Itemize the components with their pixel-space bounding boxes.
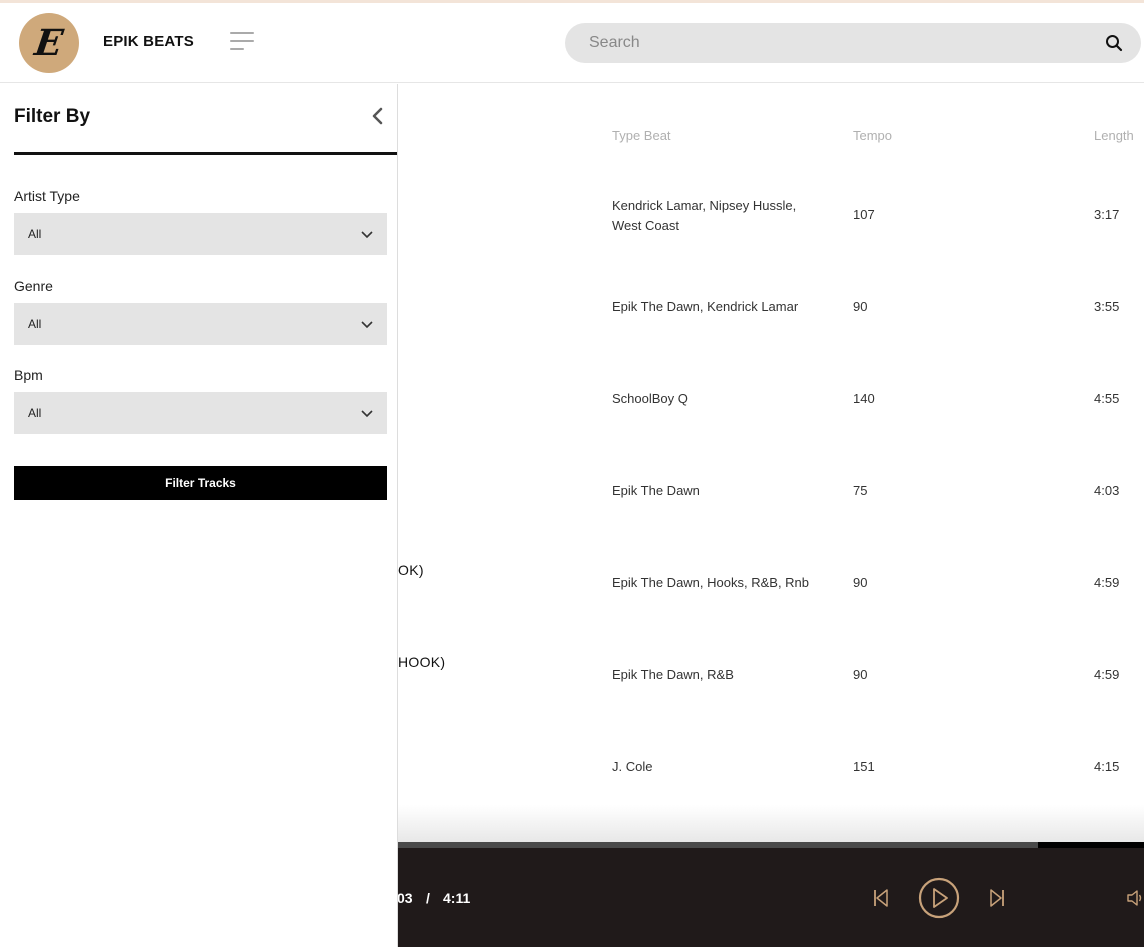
search-input[interactable]: [589, 32, 1089, 54]
volume-icon[interactable]: [1126, 889, 1144, 907]
audio-player: 03 / 4:11: [397, 842, 1144, 947]
sidebar-divider: [14, 152, 397, 155]
bpm-select[interactable]: All: [14, 392, 387, 434]
row-1-length: 3:17: [1094, 207, 1120, 222]
play-icon[interactable]: [918, 877, 960, 919]
row-4-length: 4:03: [1094, 483, 1120, 498]
row-3-type-beat: SchoolBoy Q: [612, 391, 688, 406]
row-5-tempo: 90: [853, 575, 868, 590]
search-bar: [565, 23, 1141, 63]
column-header-length[interactable]: Length: [1094, 128, 1134, 143]
select-value: All: [28, 406, 42, 420]
brand-name[interactable]: EPIK BEATS: [103, 33, 194, 50]
chevron-left-icon[interactable]: [369, 106, 387, 126]
row-2-length: 3:55: [1094, 299, 1120, 314]
row-4-type-beat: Epik The Dawn: [612, 483, 700, 498]
time-separator: /: [426, 890, 430, 906]
select-value: All: [28, 227, 42, 241]
row-6-tempo: 90: [853, 667, 868, 682]
row-6-length: 4:59: [1094, 667, 1120, 682]
filter-label-bpm: Bpm: [14, 367, 43, 383]
filter-label-artist-type: Artist Type: [14, 188, 80, 204]
row-6-type-beat: Epik The Dawn, R&B: [612, 667, 734, 682]
column-header-tempo[interactable]: Tempo: [853, 128, 892, 143]
skip-next-icon[interactable]: [989, 888, 1005, 908]
app-header: E EPIK BEATS: [0, 3, 1144, 83]
skip-previous-icon[interactable]: [873, 888, 889, 908]
row-6-track-name[interactable]: HOOK): [398, 654, 445, 670]
row-1-type-beat: Kendrick Lamar, Nipsey Hussle, West Coas…: [612, 198, 797, 233]
row-3-tempo: 140: [853, 391, 875, 406]
search-icon[interactable]: [1105, 34, 1123, 52]
filter-sidebar: Filter By Artist Type All Genre All Bpm …: [0, 84, 398, 947]
row-3-length: 4:55: [1094, 391, 1120, 406]
row-5-length: 4:59: [1094, 575, 1120, 590]
column-header-type-beat[interactable]: Type Beat: [612, 128, 671, 143]
row-5-type-beat: Epik The Dawn, Hooks, R&B, Rnb: [612, 575, 810, 590]
row-4-tempo: 75: [853, 483, 868, 498]
filter-label-genre: Genre: [14, 278, 53, 294]
chevron-down-icon: [361, 231, 373, 239]
progress-fill: [397, 842, 1038, 848]
hamburger-menu-icon[interactable]: [230, 32, 254, 52]
progress-bar[interactable]: [397, 842, 1144, 848]
artist-type-select[interactable]: All: [14, 213, 387, 255]
select-value: All: [28, 317, 42, 331]
row-7-length: 4:15: [1094, 759, 1120, 774]
row-7-type-beat: J. Cole: [612, 759, 653, 774]
genre-select[interactable]: All: [14, 303, 387, 345]
track-duration: 4:11: [443, 890, 471, 906]
elapsed-time: 03: [397, 890, 413, 906]
chevron-down-icon: [361, 321, 373, 329]
list-fade-overlay: [398, 805, 1144, 845]
row-1-tempo: 107: [853, 207, 875, 222]
chevron-down-icon: [361, 410, 373, 418]
sidebar-title: Filter By: [14, 106, 91, 127]
row-7-tempo: 151: [853, 759, 875, 774]
filter-tracks-button[interactable]: Filter Tracks: [14, 466, 387, 500]
row-5-track-name[interactable]: OK): [398, 562, 424, 578]
row-2-type-beat: Epik The Dawn, Kendrick Lamar: [612, 299, 799, 314]
brand-logo[interactable]: E: [19, 13, 79, 73]
row-2-tempo: 90: [853, 299, 868, 314]
logo-letter: E: [32, 22, 66, 64]
